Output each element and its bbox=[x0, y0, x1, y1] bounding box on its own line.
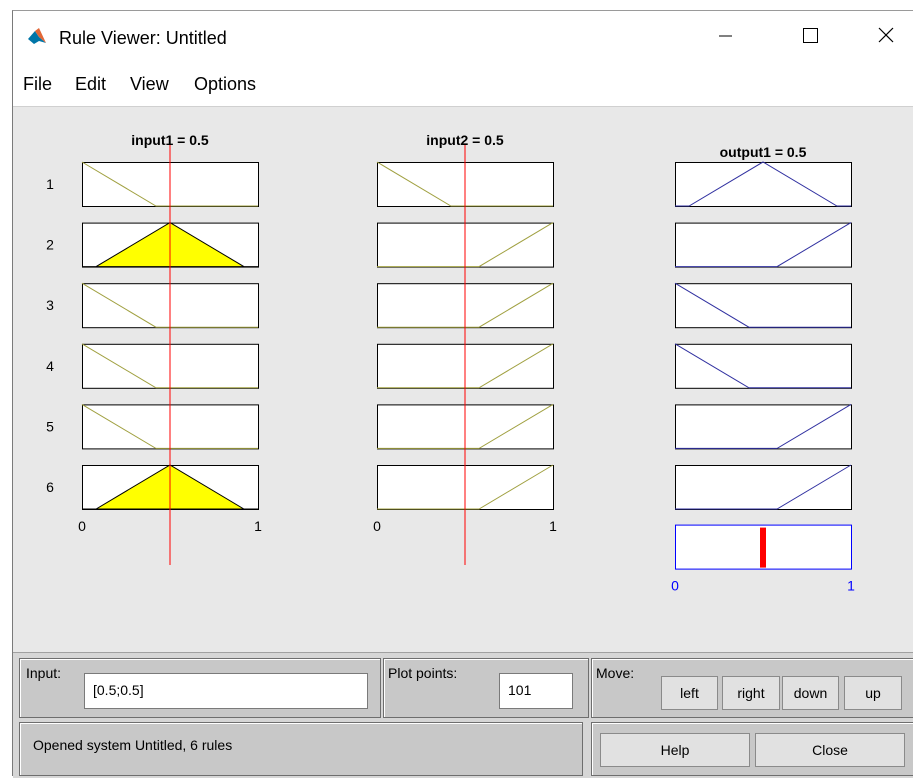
rule-2-output1-box bbox=[675, 222, 852, 268]
rule-number-3: 3 bbox=[46, 297, 54, 313]
rule-number-5: 5 bbox=[46, 418, 54, 434]
move-panel: Move: left right down up bbox=[591, 658, 913, 718]
maximize-button[interactable] bbox=[779, 11, 839, 57]
menu-bar: File Edit View Options bbox=[13, 57, 913, 107]
plot-points-panel: Plot points: 101 bbox=[383, 658, 589, 718]
move-right-button[interactable]: right bbox=[722, 676, 780, 710]
help-close-panel: Help Close bbox=[591, 722, 913, 776]
rule-6-output1-box bbox=[675, 465, 852, 510]
title-bar: Rule Viewer: Untitled bbox=[13, 11, 913, 57]
plot-points-label: Plot points: bbox=[388, 665, 458, 681]
matlab-logo-icon bbox=[28, 28, 46, 44]
input2-axis-max: 1 bbox=[549, 518, 557, 534]
maximize-icon bbox=[803, 28, 818, 43]
close-icon bbox=[878, 27, 894, 43]
minimize-icon bbox=[719, 35, 732, 37]
output1-title: output1 = 0.5 bbox=[720, 144, 807, 160]
rule-number-2: 2 bbox=[46, 237, 54, 253]
rule-3-output1-box bbox=[675, 283, 852, 329]
rule-number-1: 1 bbox=[46, 176, 54, 192]
input2-axis-min: 0 bbox=[373, 518, 381, 534]
menu-file[interactable]: File bbox=[23, 74, 52, 95]
move-up-button[interactable]: up bbox=[844, 676, 902, 710]
move-left-button[interactable]: left bbox=[661, 676, 718, 710]
rule-viewer-window: Rule Viewer: Untitled File Edit View Opt… bbox=[12, 10, 913, 778]
menu-view[interactable]: View bbox=[130, 74, 169, 95]
input1-axis-min: 0 bbox=[78, 518, 86, 534]
rule-5-output1-box bbox=[675, 404, 852, 450]
output1-axis-max: 1 bbox=[847, 578, 855, 594]
output1-axis-min: 0 bbox=[671, 578, 679, 594]
help-button[interactable]: Help bbox=[600, 733, 750, 767]
input-label: Input: bbox=[26, 665, 62, 681]
rule-number-6: 6 bbox=[46, 479, 54, 495]
rule-1-output1-box bbox=[675, 162, 852, 207]
close-window-button[interactable] bbox=[855, 11, 913, 57]
input-vector-field[interactable]: [0.5;0.5] bbox=[84, 673, 368, 709]
menu-options[interactable]: Options bbox=[194, 74, 256, 95]
input-panel: Input: [0.5;0.5] bbox=[19, 658, 381, 718]
rule-4-output1-box bbox=[675, 343, 852, 389]
plot-points-field[interactable]: 101 bbox=[499, 673, 573, 709]
rule-plots-canvas: input1 = 0.5 input2 = 0.5output1 = 0.5123… bbox=[46, 132, 855, 594]
menu-edit[interactable]: Edit bbox=[75, 74, 106, 95]
minimize-button[interactable] bbox=[695, 11, 755, 57]
rule-number-4: 4 bbox=[46, 358, 54, 374]
status-text: Opened system Untitled, 6 rules bbox=[33, 737, 233, 753]
rule-plot-area: input1 = 0.5 input2 = 0.5 output1 = 0.5 1 2 3… bbox=[13, 107, 913, 652]
close-button[interactable]: Close bbox=[755, 733, 905, 767]
window-title: Rule Viewer: Untitled bbox=[59, 28, 227, 48]
move-label: Move: bbox=[596, 665, 635, 681]
control-panel: Input: [0.5;0.5] Plot points: 101 Move: … bbox=[13, 652, 913, 778]
input1-axis-max: 1 bbox=[254, 518, 262, 534]
move-down-button[interactable]: down bbox=[782, 676, 839, 710]
output1-defuzzified-marker bbox=[760, 527, 766, 568]
status-panel: Opened system Untitled, 6 rules bbox=[19, 722, 583, 776]
